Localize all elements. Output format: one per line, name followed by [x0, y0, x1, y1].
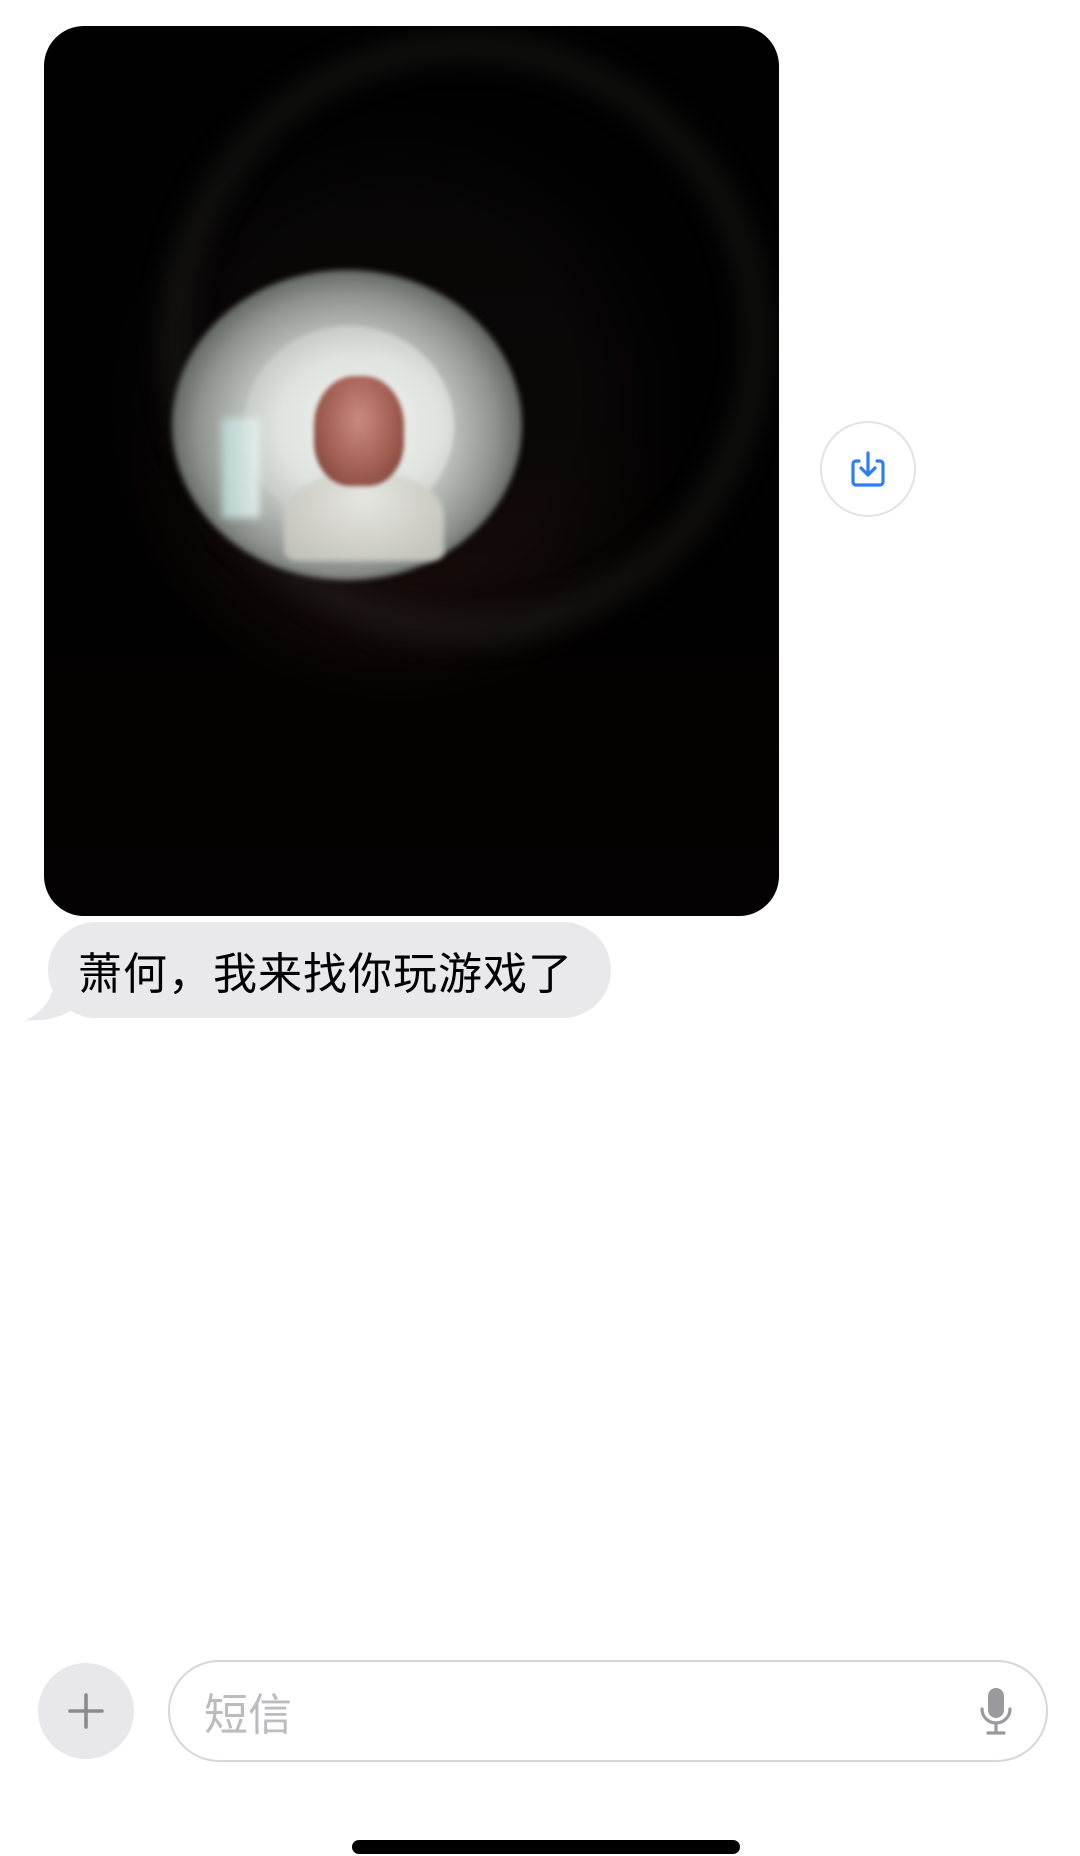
- plus-icon: [68, 1693, 104, 1729]
- save-image-button[interactable]: [820, 421, 916, 517]
- home-indicator[interactable]: [352, 1840, 740, 1854]
- message-text: 萧何，我来找你玩游戏了: [78, 949, 573, 1000]
- message-input[interactable]: 短信: [168, 1660, 1048, 1762]
- add-attachment-button[interactable]: [38, 1663, 134, 1759]
- text-message-bubble[interactable]: 萧何，我来找你玩游戏了: [48, 922, 611, 1018]
- message-input-placeholder: 短信: [204, 1690, 292, 1741]
- microphone-icon[interactable]: [976, 1685, 1016, 1737]
- image-figure-head: [314, 376, 404, 486]
- image-message[interactable]: [44, 26, 779, 916]
- messages-screen: 萧何，我来找你玩游戏了 短信: [0, 0, 1080, 1856]
- image-window-light: [222, 418, 260, 518]
- save-download-icon: [851, 451, 885, 487]
